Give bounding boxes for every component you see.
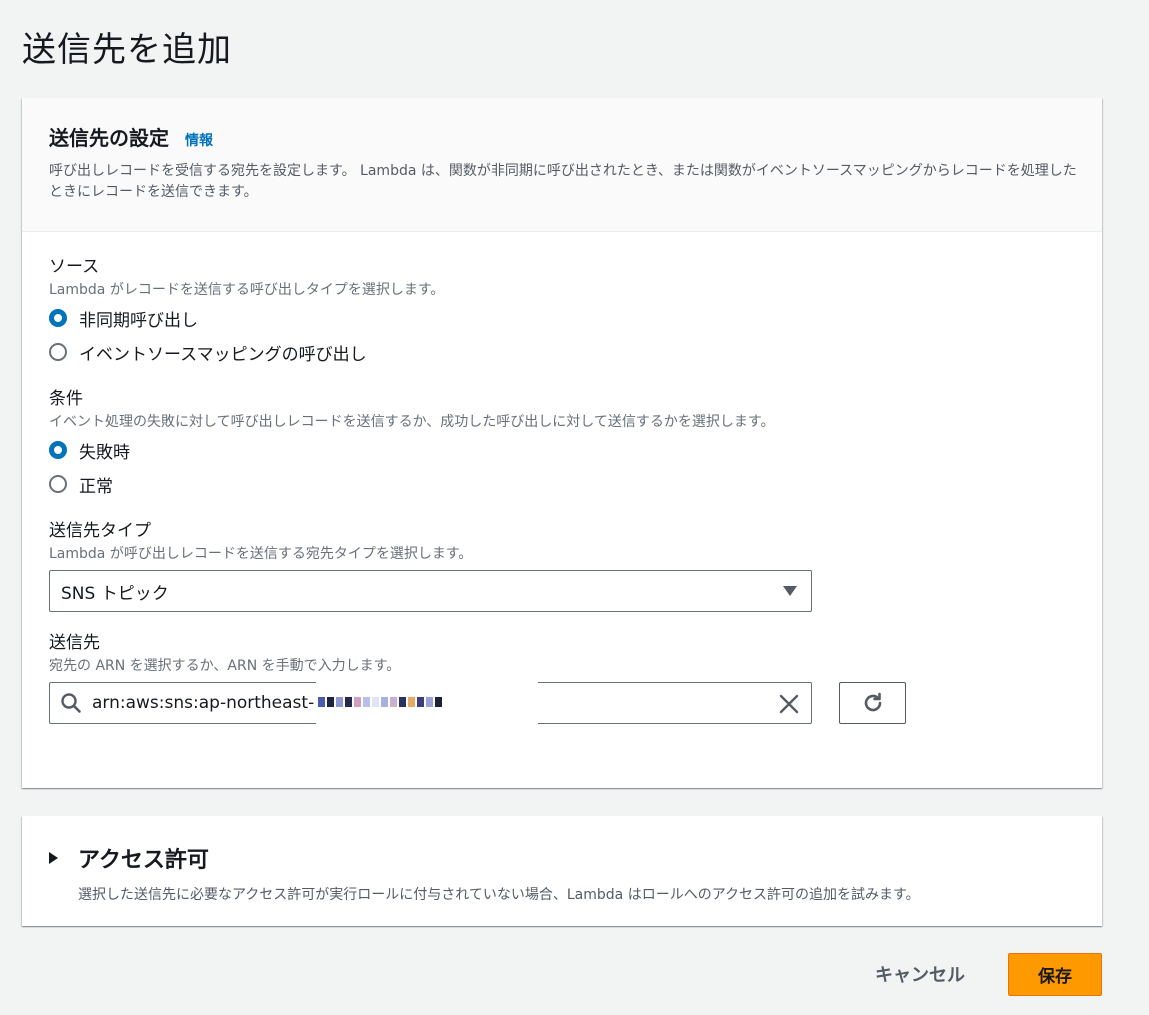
destination-arn-input[interactable]: arn:aws:sns:ap-northeast- [49,681,812,753]
redacted-region [316,681,538,753]
save-button[interactable]: 保存 [1008,953,1102,996]
radio-label: 非同期呼び出し [79,310,198,331]
arn-value: arn:aws:sns:ap-northeast- [92,693,315,713]
info-link[interactable]: 情報 [185,130,213,150]
source-option-esm[interactable]: イベントソースマッピングの呼び出し [49,336,1075,368]
destination-type-select[interactable]: SNS トピック [49,570,812,612]
condition-label: 条件 [49,389,83,409]
radio-unchecked[interactable] [49,475,67,493]
refresh-icon [864,692,881,712]
access-permission-toggle[interactable]: アクセス許可 [49,842,1075,874]
panel-description: 呼び出しレコードを受信する宛先を設定します。 Lambda は、関数が非同期に呼… [49,163,1077,200]
clear-icon[interactable] [777,692,801,716]
radio-label: イベントソースマッピングの呼び出し [79,344,367,365]
source-field: ソース Lambda がレコードを送信する呼び出しタイプを選択します。 非同期呼… [49,256,1075,368]
source-description: Lambda がレコードを送信する呼び出しタイプを選択します。 [49,282,445,298]
refresh-button[interactable] [839,682,906,724]
condition-field: 条件 イベント処理の失敗に対して呼び出しレコードを送信するか、成功した呼び出しに… [49,388,1075,500]
condition-option-failure[interactable]: 失敗時 [49,434,1075,466]
condition-description: イベント処理の失敗に対して呼び出しレコードを送信するか、成功した呼び出しに対して… [49,414,775,430]
destination-type-label: 送信先タイプ [49,521,151,541]
caret-down-icon [783,586,797,596]
expand-caret-icon [49,852,58,864]
destination-settings-panel: 送信先の設定 情報 呼び出しレコードを受信する宛先を設定します。 Lambda … [22,98,1102,788]
radio-checked[interactable] [49,309,67,327]
radio-label: 失敗時 [79,442,130,463]
select-value: SNS トピック [61,583,169,604]
cancel-button[interactable]: キャンセル [850,952,990,996]
radio-checked[interactable] [49,441,67,459]
access-title: アクセス許可 [78,848,209,873]
access-description: 選択した送信先に必要なアクセス許可が実行ロールに付与されていない場合、Lambd… [78,887,920,903]
destination-description: 宛先の ARN を選択するか、ARN を手動で入力します。 [49,658,401,674]
panel-header: 送信先の設定 情報 呼び出しレコードを受信する宛先を設定します。 Lambda … [22,98,1102,232]
page-title: 送信先を追加 [22,30,232,70]
access-permission-panel: アクセス許可 選択した送信先に必要なアクセス許可が実行ロールに付与されていない場… [22,816,1102,926]
radio-unchecked[interactable] [49,343,67,361]
search-icon [61,693,81,713]
condition-option-success[interactable]: 正常 [49,468,1075,500]
destination-label: 送信先 [49,633,100,653]
source-option-async[interactable]: 非同期呼び出し [49,302,1075,334]
redacted-pixels [318,697,442,707]
destination-field: 送信先 宛先の ARN を選択するか、ARN を手動で入力します。 arn:aw… [49,632,1075,753]
panel-title: 送信先の設定 [49,126,169,150]
destination-type-description: Lambda が呼び出しレコードを送信する宛先タイプを選択します。 [49,546,473,562]
destination-type-field: 送信先タイプ Lambda が呼び出しレコードを送信する宛先タイプを選択します。… [49,520,1075,612]
source-label: ソース [49,257,100,277]
radio-label: 正常 [79,476,113,497]
